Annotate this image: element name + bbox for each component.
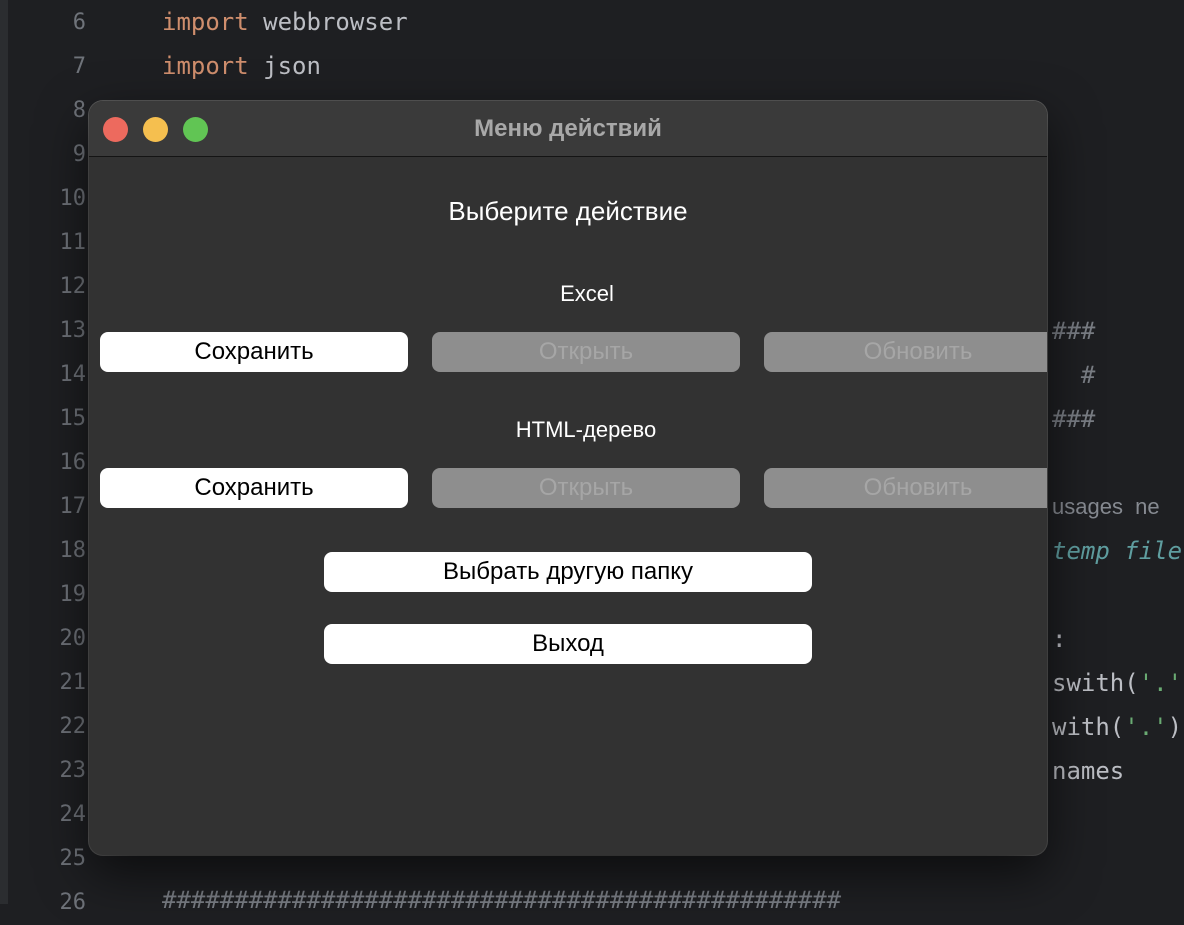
code-line[interactable]: import webbrowser <box>162 0 408 44</box>
code-fragment: # <box>1052 361 1096 389</box>
line-number: 12 <box>59 274 87 299</box>
line-number: 6 <box>72 10 86 35</box>
line-number: 22 <box>59 714 87 739</box>
line-number: 8 <box>72 98 86 123</box>
line-number: 13 <box>59 318 87 343</box>
line-number: 20 <box>59 626 87 651</box>
code-fragment: with('.') <box>1052 705 1182 749</box>
actions-dialog: Меню действий Выберите действие Excel Со… <box>89 101 1047 855</box>
code-keyword: import <box>162 52 249 80</box>
line-number: 10 <box>59 186 87 211</box>
editor-gutter-strip <box>0 0 8 904</box>
html-tree-section-label: HTML-дерево <box>515 417 657 442</box>
code-string: '.' <box>1124 713 1168 741</box>
line-number: 7 <box>72 54 86 79</box>
code-string: '.' <box>1138 669 1183 697</box>
code-keyword: import <box>162 8 249 36</box>
html-tree-save-button[interactable]: Сохранить <box>100 468 408 508</box>
excel-section-label: Excel <box>560 281 614 306</box>
line-number: 18 <box>59 538 87 563</box>
code-text: with( <box>1052 713 1125 741</box>
window-title: Меню действий <box>474 115 662 142</box>
code-text: webbrowser <box>248 8 408 36</box>
line-number: 14 <box>59 362 87 387</box>
code-comment-line: ########################################… <box>162 886 842 914</box>
code-text: json <box>248 52 321 80</box>
html-tree-update-button[interactable]: Обновить <box>764 468 1047 508</box>
line-number: 21 <box>59 670 87 695</box>
code-fragment: names <box>1052 757 1125 785</box>
line-number: 11 <box>59 230 87 255</box>
line-number: 15 <box>59 406 87 431</box>
line-number: 25 <box>59 846 87 871</box>
code-fragment: : <box>1052 625 1067 653</box>
line-number: 19 <box>59 582 87 607</box>
usages-hint[interactable]: usages ne <box>1052 485 1160 529</box>
line-number: 26 <box>59 890 87 915</box>
window-titlebar[interactable]: Меню действий <box>89 101 1047 157</box>
code-fragment: temp file <box>1052 537 1183 565</box>
dialog-heading: Выберите действие <box>448 196 688 226</box>
code-line[interactable]: import json <box>162 44 321 88</box>
html-tree-open-button[interactable]: Открыть <box>432 468 740 508</box>
code-fragment: ### <box>1052 317 1096 345</box>
code-fragment: ### <box>1052 405 1096 433</box>
dialog-content: Выберите действие Excel Сохранить Открыт… <box>89 157 1047 855</box>
excel-update-button[interactable]: Обновить <box>764 332 1047 372</box>
code-fragment: swith('.' <box>1052 661 1182 705</box>
line-number: 9 <box>72 142 86 167</box>
choose-folder-button[interactable]: Выбрать другую папку <box>324 552 812 592</box>
line-number: 16 <box>59 450 87 475</box>
code-text: swith( <box>1052 669 1139 697</box>
line-number: 24 <box>59 802 87 827</box>
line-number: 23 <box>59 758 87 783</box>
excel-save-button[interactable]: Сохранить <box>100 332 408 372</box>
exit-button[interactable]: Выход <box>324 624 812 664</box>
code-text: ) <box>1167 713 1183 741</box>
excel-open-button[interactable]: Открыть <box>432 332 740 372</box>
line-number: 17 <box>59 494 87 519</box>
